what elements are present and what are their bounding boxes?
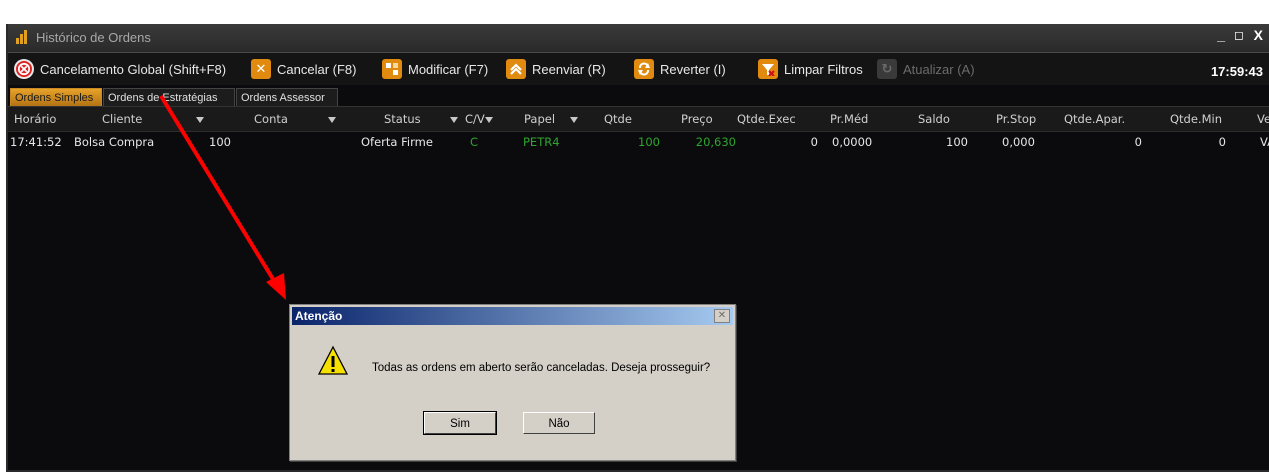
chart-bars-icon [16,30,30,44]
close-icon[interactable]: X [1254,27,1263,43]
refresh-button[interactable]: ↻ Atualizar (A) [877,58,975,80]
cell-qtde-apar: 0 [1134,135,1142,149]
cell-preco: 20,630 [695,135,736,149]
global-cancel-label: Cancelamento Global (Shift+F8) [40,61,227,77]
cell-status: Oferta Firme [361,135,433,149]
cell-pr-stop: 0,000 [1002,135,1035,149]
resend-button[interactable]: Reenviar (R) [506,58,606,80]
filter-icon[interactable] [485,117,493,123]
cell-ve: VA [1260,135,1269,149]
clear-filters-button[interactable]: Limpar Filtros [758,58,863,80]
maximize-icon[interactable]: ◻ [1234,28,1244,42]
col-saldo[interactable]: Saldo [918,112,950,126]
global-cancel-button[interactable]: Cancelamento Global (Shift+F8) [14,58,226,80]
col-cv[interactable]: C/V [465,112,485,126]
cell-papel: PETR4 [523,135,560,149]
col-ve[interactable]: Ve [1257,112,1269,126]
col-pr-med[interactable]: Pr.Méd [830,112,868,126]
refresh-label: Atualizar (A) [903,61,975,77]
cell-qtde-exec: 0 [810,135,818,149]
yes-button[interactable]: Sim [423,411,497,435]
cell-pr-med: 0,0000 [832,135,873,149]
dialog-close-icon[interactable]: ✕ [714,309,730,323]
col-horario[interactable]: Horário [14,112,56,126]
window-title: Histórico de Ordens [36,30,151,45]
col-qtde-min[interactable]: Qtde.Min [1170,112,1222,126]
tab-ordens-simples[interactable]: Ordens Simples [10,88,102,106]
cell-saldo: 100 [946,135,968,149]
warning-icon [317,345,349,382]
reverse-button[interactable]: Reverter (I) [634,58,726,80]
toolbar: Cancelamento Global (Shift+F8) ✕ Cancela… [8,53,1269,85]
col-papel[interactable]: Papel [524,112,555,126]
window-titlebar: Histórico de Ordens _ ◻ X [8,24,1269,53]
cell-cliente: Bolsa Compra [74,135,155,149]
resend-label: Reenviar (R) [532,61,606,77]
col-status[interactable]: Status [384,112,421,126]
filter-icon[interactable] [196,117,204,123]
cancel-button[interactable]: ✕ Cancelar (F8) [251,58,356,80]
col-qtde-exec[interactable]: Qtde.Exec [737,112,796,126]
table-header: Horário Cliente Conta Status C/V Papel Q… [8,107,1269,132]
reverse-icon [634,59,654,79]
refresh-icon: ↻ [877,59,897,79]
tab-ordens-estrategias[interactable]: Ordens de Estratégias [103,88,235,106]
clock: 17:59:43 [1210,64,1263,79]
dialog-title: Atenção [292,307,733,325]
cancel-all-icon [14,59,34,79]
chevron-up-icon [506,59,526,79]
col-conta[interactable]: Conta [254,112,288,126]
cell-conta: 100 [209,135,231,149]
tab-bar: Ordens Simples Ordens de Estratégias Ord… [8,86,1269,107]
confirmation-dialog: Atenção ✕ Todas as ordens em aberto serã… [289,304,736,461]
clear-filter-icon [758,59,778,79]
dialog-message: Todas as ordens em aberto serão cancelad… [372,362,711,374]
reverse-label: Reverter (I) [660,61,726,77]
close-icon: ✕ [251,59,271,79]
edit-icon [382,59,402,79]
cell-cv: C [470,135,479,149]
cell-qtde-min: 0 [1218,135,1226,149]
col-cliente[interactable]: Cliente [102,112,142,126]
col-qtde-apar[interactable]: Qtde.Apar. [1064,112,1125,126]
col-preco[interactable]: Preço [681,112,713,126]
minimize-icon[interactable]: _ [1217,27,1225,43]
clear-filters-label: Limpar Filtros [784,61,863,77]
no-button[interactable]: Não [523,412,595,434]
cell-qtde: 100 [638,135,660,149]
filter-icon[interactable] [328,117,336,123]
modify-label: Modificar (F7) [408,61,489,77]
col-pr-stop[interactable]: Pr.Stop [996,112,1036,126]
filter-icon[interactable] [450,117,458,123]
cell-horario: 17:41:52 [10,135,62,149]
cancel-label: Cancelar (F8) [277,61,357,77]
modify-button[interactable]: Modificar (F7) [382,58,488,80]
col-qtde[interactable]: Qtde [604,112,632,126]
table-row[interactable]: 17:41:52 Bolsa Compra 100 Oferta Firme C… [8,132,1269,152]
tab-ordens-assessor[interactable]: Ordens Assessor [236,88,338,106]
filter-icon[interactable] [570,117,578,123]
